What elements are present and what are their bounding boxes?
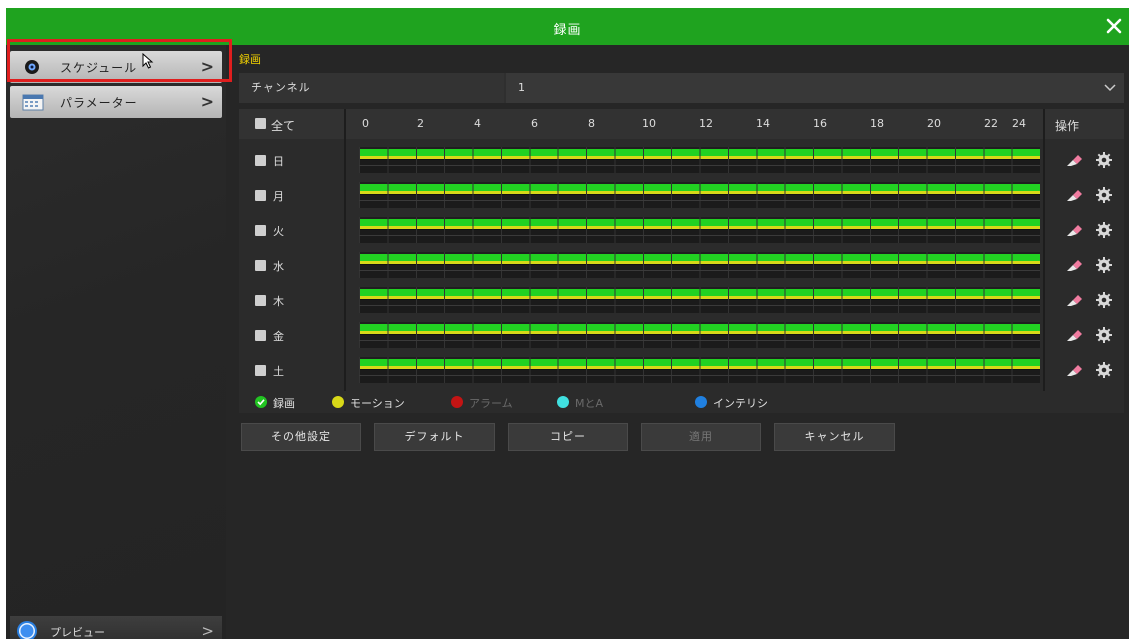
hour-label: 6	[531, 117, 538, 130]
selection-highlight	[7, 39, 232, 82]
day-label: 火	[273, 225, 284, 238]
schedule-grid: 全て 0 2 4 6 8 10 12 14 16 18 20 22 24 操作 …	[239, 109, 1124, 391]
schedule-timeline-bar[interactable]	[359, 252, 1040, 278]
hour-label: 20	[927, 117, 941, 130]
legend-label: インテリシ	[713, 397, 768, 410]
legend-label: アラーム	[469, 397, 513, 410]
hour-label: 22	[984, 117, 998, 130]
schedule-timeline-bar[interactable]	[359, 217, 1040, 243]
channel-label: チャンネル	[239, 73, 504, 103]
mouse-cursor-icon	[142, 52, 154, 73]
schedule-timeline-bar[interactable]	[359, 182, 1040, 208]
motion-alarm-dot-icon	[557, 396, 569, 408]
hour-label: 4	[474, 117, 481, 130]
gear-icon[interactable]	[1095, 221, 1113, 239]
breadcrumb: 録画	[239, 53, 261, 66]
hour-label: 18	[870, 117, 884, 130]
day-label: 日	[273, 155, 284, 168]
play-icon	[16, 620, 38, 639]
day-row-sunday: 日	[239, 143, 1124, 178]
eraser-icon[interactable]	[1065, 362, 1083, 378]
alarm-dot-icon	[451, 396, 463, 408]
hour-label: 16	[813, 117, 827, 130]
day-checkbox[interactable]	[255, 260, 266, 271]
day-label: 金	[273, 330, 284, 343]
channel-row: チャンネル 1	[239, 73, 1124, 103]
day-checkbox[interactable]	[255, 225, 266, 236]
apply-button: 適用	[641, 423, 761, 451]
day-row-thursday: 木	[239, 283, 1124, 318]
window-title: 録画	[553, 23, 582, 38]
default-button[interactable]: デフォルト	[374, 423, 495, 451]
eraser-icon[interactable]	[1065, 292, 1083, 308]
chevron-right-icon: >	[200, 92, 214, 111]
sidebar: スケジュール > パラメーター > プレビュー >	[6, 45, 226, 639]
channel-value: 1	[518, 81, 525, 94]
hour-label: 12	[699, 117, 713, 130]
grid-header: 全て 0 2 4 6 8 10 12 14 16 18 20 22 24 操作	[239, 109, 1124, 139]
hour-label: 10	[642, 117, 656, 130]
other-settings-button[interactable]: その他設定	[241, 423, 361, 451]
gear-icon[interactable]	[1095, 326, 1113, 344]
chevron-right-icon: >	[201, 622, 214, 639]
close-icon	[1106, 18, 1122, 34]
schedule-timeline-bar[interactable]	[359, 287, 1040, 313]
hour-label: 0	[362, 117, 369, 130]
intelligent-dot-icon	[695, 396, 707, 408]
calendar-icon	[22, 93, 44, 115]
select-all-label: 全て	[271, 119, 296, 133]
day-label: 土	[273, 365, 284, 378]
channel-select[interactable]: 1	[506, 73, 1124, 103]
day-row-wednesday: 水	[239, 248, 1124, 283]
legend-label: MとA	[575, 397, 604, 410]
hour-label: 14	[756, 117, 770, 130]
check-icon	[255, 396, 267, 408]
chevron-down-icon	[1104, 73, 1116, 103]
preview-label: プレビュー	[50, 626, 105, 639]
copy-button[interactable]: コピー	[508, 423, 628, 451]
operation-header: 操作	[1055, 119, 1080, 133]
eraser-icon[interactable]	[1065, 222, 1083, 238]
sidebar-item-parameters[interactable]: パラメーター >	[10, 86, 222, 118]
cancel-button[interactable]: キャンセル	[774, 423, 895, 451]
hour-label: 2	[417, 117, 424, 130]
main-panel: 録画 チャンネル 1 全て 0 2 4 6 8 10 12 14 16 18 2…	[226, 45, 1129, 639]
day-row-tuesday: 火	[239, 213, 1124, 248]
day-row-friday: 金	[239, 318, 1124, 353]
day-row-saturday: 土	[239, 353, 1124, 388]
hour-label: 24	[1012, 117, 1026, 130]
motion-dot-icon	[332, 396, 344, 408]
eraser-icon[interactable]	[1065, 327, 1083, 343]
gear-icon[interactable]	[1095, 361, 1113, 379]
preview-button[interactable]: プレビュー >	[10, 616, 222, 639]
day-checkbox[interactable]	[255, 295, 266, 306]
legend-label: モーション	[350, 397, 405, 410]
hour-label: 8	[588, 117, 595, 130]
day-checkbox[interactable]	[255, 365, 266, 376]
schedule-timeline-bar[interactable]	[359, 357, 1040, 383]
day-label: 木	[273, 295, 284, 308]
sidebar-item-label: パラメーター	[60, 96, 138, 110]
select-all-checkbox[interactable]	[255, 118, 266, 129]
eraser-icon[interactable]	[1065, 152, 1083, 168]
schedule-timeline-bar[interactable]	[359, 147, 1040, 173]
gear-icon[interactable]	[1095, 291, 1113, 309]
schedule-timeline-bar[interactable]	[359, 322, 1040, 348]
legend-label: 録画	[273, 397, 295, 410]
close-button[interactable]	[1099, 11, 1129, 41]
day-label: 月	[273, 190, 284, 203]
legend: 録画 モーション アラーム MとA インテリシ	[239, 391, 1124, 413]
day-label: 水	[273, 260, 284, 273]
day-checkbox[interactable]	[255, 190, 266, 201]
eraser-icon[interactable]	[1065, 257, 1083, 273]
gear-icon[interactable]	[1095, 186, 1113, 204]
record-window: 録画 スケジュール > パラメーター > プレビュー > 録画 チャンネル 1 …	[6, 8, 1129, 639]
gear-icon[interactable]	[1095, 256, 1113, 274]
eraser-icon[interactable]	[1065, 187, 1083, 203]
gear-icon[interactable]	[1095, 151, 1113, 169]
day-checkbox[interactable]	[255, 155, 266, 166]
day-checkbox[interactable]	[255, 330, 266, 341]
day-row-monday: 月	[239, 178, 1124, 213]
